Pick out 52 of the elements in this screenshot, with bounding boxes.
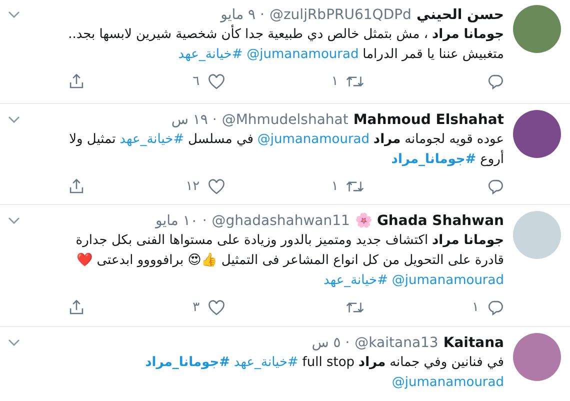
caret-icon[interactable] bbox=[8, 11, 20, 19]
tweet-text: جومانا مراد اكتشاف جديد ومتميز بالدور وزيادة على مستواها الفنى بكل جدارة bbox=[74, 232, 504, 250]
tweet-link[interactable]: @jumanamourad bbox=[392, 271, 504, 291]
user-name[interactable]: Ghada Shahwan bbox=[376, 211, 504, 231]
tweet-time[interactable]: · ١٩ س bbox=[171, 110, 217, 130]
like-count: ٣ bbox=[192, 300, 200, 315]
like-count: ١٢ bbox=[186, 179, 200, 194]
user-name[interactable]: Kaitana bbox=[443, 333, 504, 353]
tweet-link[interactable]: #خيانة_عهد bbox=[324, 271, 388, 291]
heart-icon[interactable] bbox=[208, 300, 225, 316]
retweet-count: ١ bbox=[331, 74, 338, 89]
user-handle: @zuljRbPRU61QDPd bbox=[269, 6, 412, 25]
tweet-link[interactable]: @jumanamourad bbox=[246, 45, 359, 65]
avatar-placeholder[interactable] bbox=[513, 5, 561, 53]
tweet-link[interactable]: #جومانا_مراد bbox=[391, 150, 476, 170]
heart-icon[interactable] bbox=[208, 74, 225, 90]
tweet-time[interactable]: · ٩ مايو bbox=[220, 5, 264, 25]
retweet-count: ١ bbox=[331, 179, 338, 194]
retweet-icon[interactable] bbox=[346, 74, 364, 89]
tweet-time[interactable]: · ٥ س bbox=[312, 333, 350, 353]
tweet-link[interactable]: #خيانة_عهد bbox=[234, 353, 298, 373]
caret-icon[interactable] bbox=[8, 217, 20, 225]
tweet-link[interactable]: #جومانا_مراد bbox=[145, 353, 230, 373]
tweet-link[interactable]: #خيانة_عهد bbox=[120, 130, 184, 150]
user-handle: @kaitana13 bbox=[354, 334, 438, 353]
user-handle: @ghadashahwan11 bbox=[212, 212, 350, 231]
user-name[interactable]: Mahmoud Elshahat bbox=[353, 110, 504, 130]
share-icon[interactable] bbox=[68, 178, 85, 195]
reply-count: ١ bbox=[472, 300, 479, 315]
user-name[interactable]: حسن الحيني bbox=[416, 5, 504, 25]
caret-icon[interactable] bbox=[8, 339, 20, 347]
flower-emoji: 🌸 bbox=[354, 212, 372, 231]
tweet-link[interactable]: @jumanamourad bbox=[257, 130, 370, 150]
share-icon[interactable] bbox=[68, 73, 85, 90]
caret-icon[interactable] bbox=[8, 116, 20, 124]
reply-icon[interactable] bbox=[487, 299, 504, 316]
avatar-placeholder[interactable] bbox=[513, 333, 561, 381]
reply-icon[interactable] bbox=[487, 178, 504, 195]
user-handle: @Mhmudelshahat bbox=[222, 111, 348, 130]
tweet-time[interactable]: · ١٠ مايو bbox=[156, 211, 207, 231]
tweet-text: أروع #جومانا_مراد bbox=[8, 150, 504, 170]
reply-icon[interactable] bbox=[487, 73, 504, 90]
retweet-icon[interactable] bbox=[346, 300, 364, 315]
heart-icon[interactable] bbox=[208, 178, 225, 194]
share-icon[interactable] bbox=[68, 299, 85, 316]
tweet-text: جومانا مراد ، مش بتمثل خالص دي طبيعية جدا كأن شخصية شيرين لابسها بجد.. bbox=[8, 25, 504, 45]
retweet-icon[interactable] bbox=[346, 179, 364, 194]
like-count: ٦ bbox=[192, 74, 200, 89]
tweet-link[interactable]: #خيانة_عهد bbox=[178, 45, 243, 65]
tweet-link[interactable]: @jumanamourad bbox=[392, 373, 504, 393]
avatar-placeholder[interactable] bbox=[513, 110, 561, 158]
tweet-text: قادرة على التحويل من كل انواع المشاعر فى التمثيل 👍😍 برافوووو ابدعتى ❤ bbox=[76, 252, 504, 270]
